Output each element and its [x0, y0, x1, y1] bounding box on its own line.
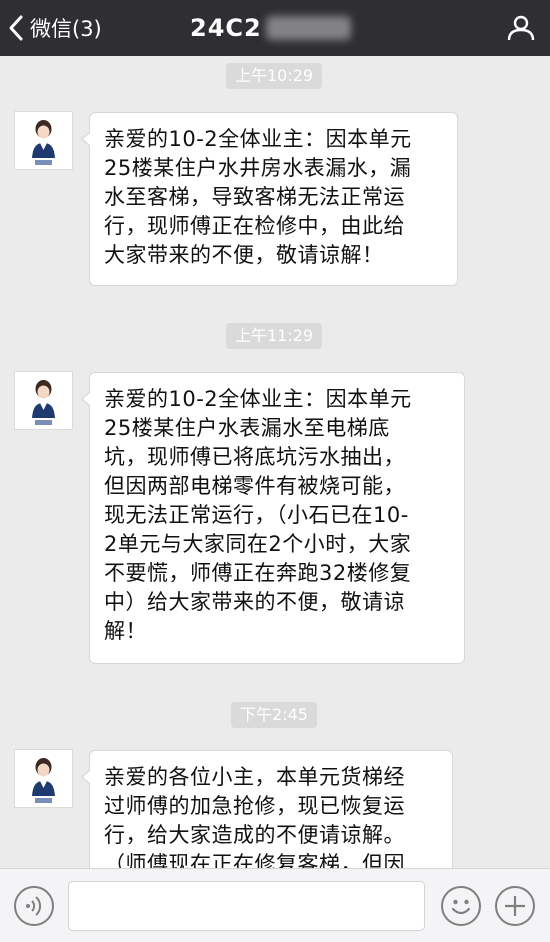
message-line: 中）给大家带来的不便，敬请谅 [104, 590, 405, 614]
message-line: 大家带来的不便，敬请谅解！ [104, 243, 384, 267]
message-line: 亲爱的10-2全体业主：因本单元 [104, 387, 412, 411]
more-button[interactable] [495, 886, 535, 926]
message-line: 25楼某住户水表漏水至电梯底 [104, 416, 390, 440]
message-line: （师傅现在正在修复客梯，但因 [104, 852, 405, 868]
timestamp: 下午2:45 [231, 702, 317, 728]
avatar[interactable] [14, 749, 73, 808]
chevron-left-icon [8, 14, 24, 42]
avatar[interactable] [14, 371, 73, 430]
input-bar [0, 868, 550, 942]
avatar[interactable] [14, 111, 73, 170]
message-line: 过师傅的加急抢修，现已恢复运 [104, 794, 405, 818]
message-line: 亲爱的各位小主，本单元货梯经 [104, 765, 405, 789]
message-line: 行，给大家造成的不便请谅解。 [104, 823, 405, 847]
message-line: 亲爱的10-2全体业主：因本单元 [104, 127, 412, 151]
timestamp: 上午10:29 [226, 63, 323, 89]
back-button[interactable]: 微信(3) [8, 10, 102, 46]
message-line: 行，现师傅正在检修中，由此给 [104, 214, 405, 238]
message-line: 解！ [104, 619, 147, 643]
back-label: 微信(3) [30, 17, 102, 41]
message-line: 25楼某住户水井房水表漏水，漏 [104, 156, 412, 180]
timestamp: 上午11:29 [226, 323, 323, 349]
blurred-title-region [265, 16, 351, 40]
message-line: 不要慌，师傅正在奔跑32楼修复 [104, 561, 412, 585]
message-line: 水至客梯，导致客梯无法正常运 [104, 185, 405, 209]
message-input[interactable] [68, 881, 425, 931]
chat-title-text: 24C2 [190, 14, 262, 42]
chat-title: 24C2 [190, 10, 351, 46]
message-line: 但因两部电梯零件有被烧可能， [104, 474, 405, 498]
voice-button[interactable] [14, 886, 54, 926]
message-bubble[interactable]: 亲爱的10-2全体业主：因本单元 25楼某住户水表漏水至电梯底 坑，现师傅已将底… [81, 372, 465, 664]
emoji-button[interactable] [441, 886, 481, 926]
message-line: 现无法正常运行，（小石已在10- [104, 503, 409, 527]
chat-info-button[interactable] [506, 14, 536, 42]
message-bubble[interactable]: 亲爱的10-2全体业主：因本单元 25楼某住户水井房水表漏水，漏 水至客梯，导致… [81, 112, 458, 286]
person-icon [506, 15, 536, 46]
message-line: 2单元与大家同在2个小时，大家 [104, 532, 412, 556]
chat-area[interactable]: 上午10:29 亲爱的10-2全体业主：因本单元 25楼某住户水井房水表漏水，漏… [0, 56, 550, 868]
message-bubble[interactable]: 亲爱的各位小主，本单元货梯经 过师傅的加急抢修，现已恢复运 行，给大家造成的不便… [81, 750, 453, 868]
top-bar: 微信(3) 24C2 [0, 0, 550, 56]
message-line: 坑，现师傅已将底坑污水抽出， [104, 445, 405, 469]
